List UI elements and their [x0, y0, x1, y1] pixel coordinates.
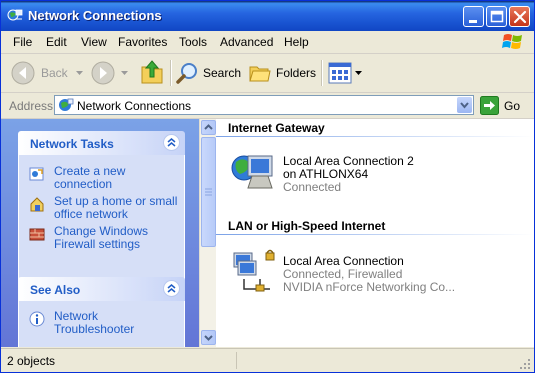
search-icon [176, 63, 197, 84]
network-tasks-title: Network Tasks [30, 137, 114, 151]
minimize-icon [469, 20, 477, 23]
network-tasks-body: Create a new connection Set up a home or… [18, 155, 185, 289]
search-label: Search [203, 66, 242, 80]
connection-name: Local Area Connection 2 on ATHLONX64 [283, 154, 414, 181]
menu-help[interactable]: Help [284, 35, 309, 49]
window-title: Network Connections [28, 8, 162, 23]
new-connection-icon [29, 167, 44, 181]
menu-favorites[interactable]: Favorites [118, 35, 167, 49]
network-connections-icon [59, 98, 74, 111]
close-icon [513, 10, 527, 24]
chevron-up-icon [167, 284, 176, 293]
group-divider [216, 234, 534, 235]
toolbar-separator [170, 60, 172, 86]
content-pane: Internet Gateway Local Area Connection 2… [216, 119, 534, 347]
menu-file[interactable]: File [13, 35, 32, 49]
go-arrow-icon [480, 96, 499, 115]
see-also-header[interactable]: See Also [18, 277, 185, 301]
task-home-network[interactable]: Set up a home or small office network [29, 195, 179, 223]
address-label: Address [9, 99, 54, 113]
resize-grip-icon[interactable] [520, 359, 531, 370]
maximize-icon [490, 10, 504, 23]
firewall-icon [29, 228, 45, 241]
menu-edit[interactable]: Edit [46, 35, 67, 49]
status-objects: 2 objects [7, 354, 56, 368]
task-network-troubleshooter[interactable]: Network Troubleshooter [29, 310, 179, 338]
scroll-up-button[interactable] [201, 120, 216, 135]
up-folder-button[interactable] [140, 59, 164, 85]
folders-button[interactable]: Folders [248, 61, 317, 85]
group-header-internet-gateway: Internet Gateway [228, 121, 325, 135]
group-header-lan: LAN or High-Speed Internet [228, 219, 386, 233]
chevron-down-icon [460, 102, 469, 109]
task-label: Create a new connection [54, 164, 126, 191]
address-dropdown-button[interactable] [457, 97, 472, 113]
address-bar: Address Network Connections Go [1, 93, 534, 119]
connection-item-lan[interactable]: Local Area Connection Connected, Firewal… [216, 247, 534, 297]
back-button[interactable]: Back [11, 61, 71, 85]
views-dropdown-icon [355, 71, 362, 75]
standard-toolbar: Back Search Folders [1, 54, 534, 93]
back-dropdown-icon[interactable] [76, 71, 83, 76]
go-label: Go [504, 99, 521, 113]
info-icon [29, 311, 45, 327]
views-button[interactable] [328, 61, 362, 85]
home-network-icon [30, 197, 44, 212]
folders-icon [249, 66, 271, 82]
grip-lines-icon [205, 188, 212, 196]
group-divider [216, 136, 534, 137]
forward-button[interactable] [91, 61, 115, 85]
folders-label: Folders [276, 66, 317, 80]
windows-logo-icon [502, 34, 522, 49]
back-arrow-icon [11, 61, 35, 85]
arrow-up-icon [204, 124, 213, 130]
connection-device: NVIDIA nForce Networking Co... [283, 280, 456, 294]
collapse-button[interactable] [163, 280, 180, 297]
title-bar[interactable]: Network Connections [1, 1, 534, 31]
menu-advanced[interactable]: Advanced [220, 35, 273, 49]
maximize-button[interactable] [486, 6, 507, 27]
minimize-button[interactable] [463, 6, 484, 27]
lan-connection-icon [233, 249, 275, 292]
explorer-window: Network Connections File Edit View Favor… [0, 0, 535, 373]
task-create-connection[interactable]: Create a new connection [29, 165, 179, 193]
address-value: Network Connections [77, 99, 192, 113]
status-divider [236, 352, 237, 369]
menu-bar: File Edit View Favorites Tools Advanced … [1, 31, 534, 54]
toolbar-separator [321, 60, 323, 86]
scroll-thumb[interactable] [201, 137, 216, 247]
gateway-icon [231, 155, 273, 189]
arrow-down-icon [204, 335, 213, 341]
menu-view[interactable]: View [81, 35, 107, 49]
close-button[interactable] [509, 6, 530, 27]
see-also-body: Network Troubleshooter [18, 301, 185, 347]
scroll-down-button[interactable] [201, 330, 216, 345]
status-bar: 2 objects [1, 348, 534, 372]
back-label: Back [41, 66, 68, 80]
go-button[interactable]: Go [480, 96, 530, 115]
search-button[interactable]: Search [175, 61, 242, 85]
task-firewall-settings[interactable]: Change Windows Firewall settings [29, 225, 179, 253]
connection-item-gateway[interactable]: Local Area Connection 2 on ATHLONX64 Con… [216, 146, 534, 196]
task-label: Change Windows Firewall settings [54, 224, 149, 251]
forward-dropdown-icon[interactable] [121, 71, 128, 76]
connection-status: Connected [283, 180, 342, 194]
menu-tools[interactable]: Tools [179, 35, 207, 49]
network-connections-icon [7, 9, 23, 21]
network-tasks-header[interactable]: Network Tasks [18, 131, 185, 155]
address-input[interactable]: Network Connections [54, 95, 474, 115]
collapse-button[interactable] [163, 134, 180, 151]
task-pane: Network Tasks Create a new connection Se… [1, 119, 199, 347]
chevron-up-icon [167, 138, 176, 147]
see-also-title: See Also [30, 283, 81, 297]
vertical-scrollbar[interactable] [199, 119, 217, 347]
task-label: Network Troubleshooter [54, 309, 135, 336]
task-label: Set up a home or small office network [54, 194, 178, 221]
views-icon [328, 62, 352, 84]
